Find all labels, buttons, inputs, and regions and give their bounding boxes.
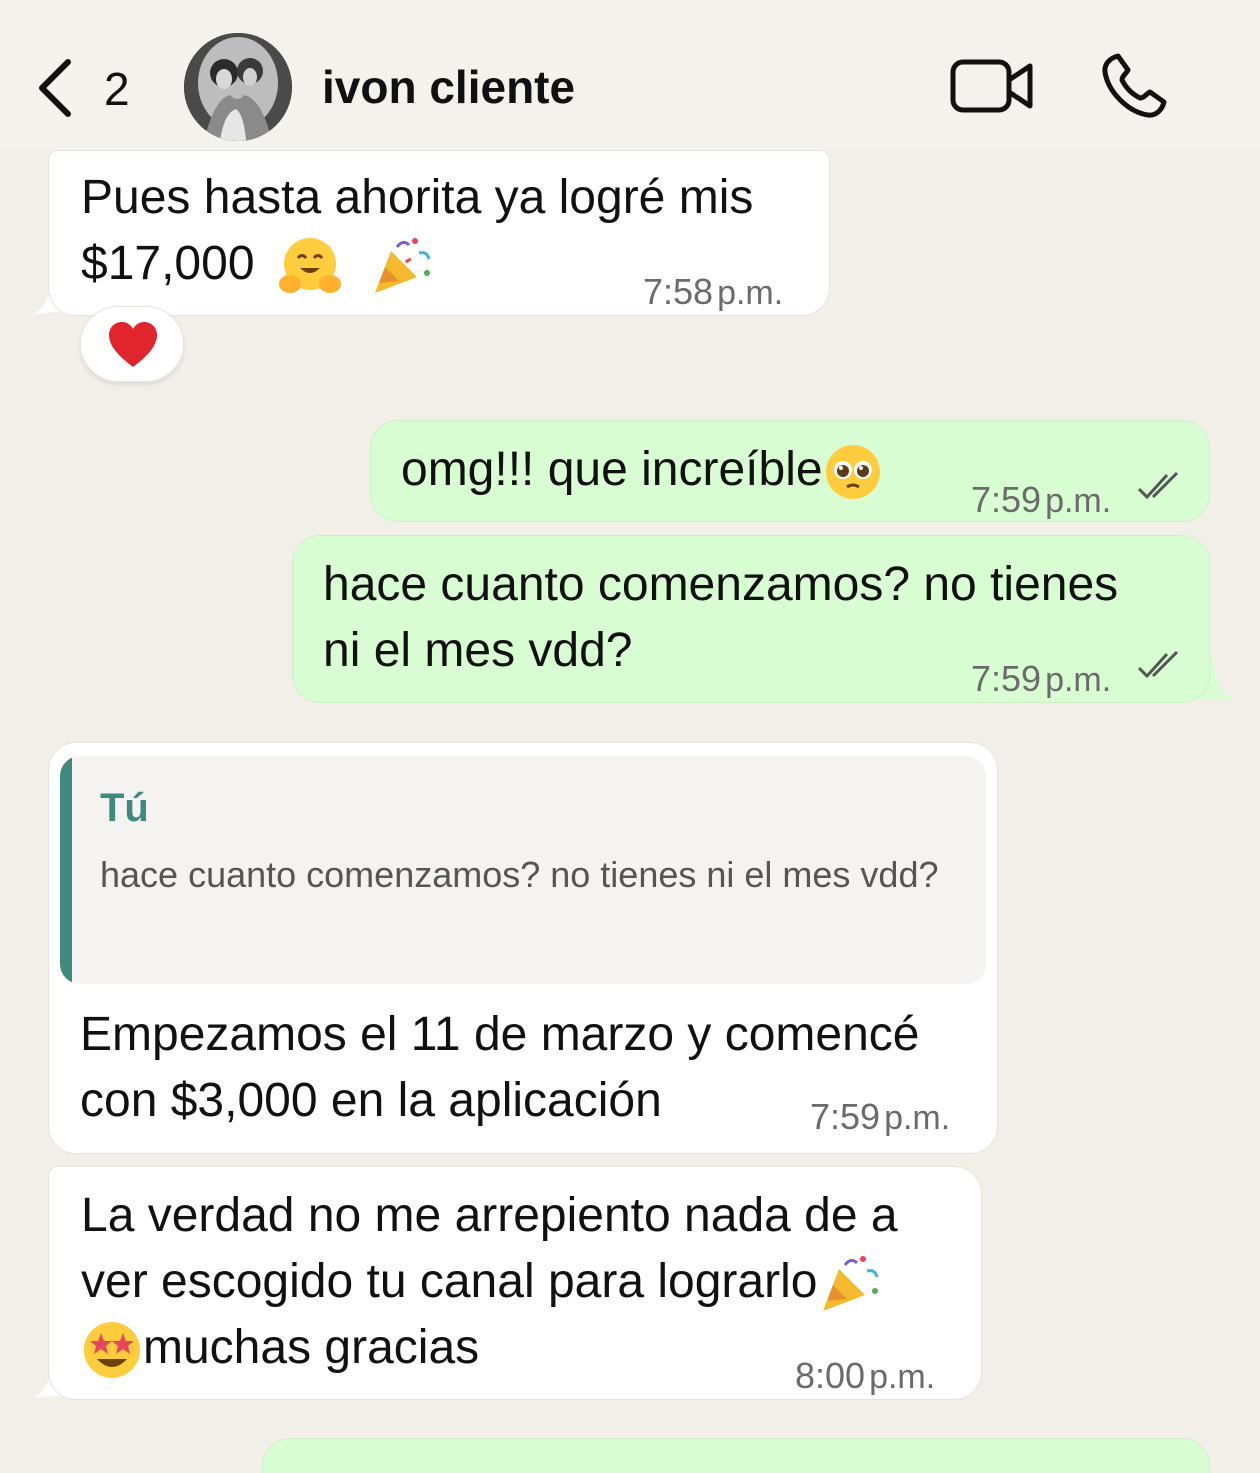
message-timestamp: 7:59 p.m.	[810, 1096, 951, 1137]
message-text: ver escogido tu canal para lograrlo	[81, 1255, 818, 1308]
red-heart-icon	[109, 322, 157, 367]
message-line: ver escogido tu canal para lograrlo	[81, 1249, 883, 1317]
double-check-icon	[1137, 650, 1179, 679]
message-timestamp: 7:59 p.m.	[971, 479, 1112, 520]
unread-count[interactable]: 2	[104, 62, 130, 116]
double-check-icon	[1137, 471, 1179, 500]
video-camera-icon[interactable]	[950, 56, 1034, 116]
quote-author: Tú	[100, 786, 149, 830]
quote-text: hace cuanto comenzamos? no tienes ni el …	[100, 854, 939, 895]
message-bubble-outgoing[interactable]: hace cuanto comenzamos? no tienes ni el …	[292, 535, 1210, 703]
message-timestamp: 7:58 p.m.	[643, 271, 784, 312]
party-popper-icon	[823, 1256, 879, 1312]
message-line: muchas gracias	[81, 1315, 479, 1381]
message-line: $17,000	[81, 231, 435, 299]
hugging-face-icon	[278, 238, 341, 294]
message-text: La verdad no me arrepiento nada de a	[81, 1189, 898, 1242]
message-timestamp: 7:59 p.m.	[971, 658, 1112, 699]
message-timestamp: 8:00 p.m.	[795, 1355, 936, 1396]
party-popper-icon	[375, 238, 431, 294]
quote-accent-bar	[60, 756, 72, 984]
message-bubble-incoming[interactable]: La verdad no me arrepiento nada de a ver…	[48, 1166, 982, 1400]
message-bubble-outgoing[interactable]	[262, 1438, 1210, 1473]
message-bubble-outgoing[interactable]: omg!!! que increíble 7:59 p.m.	[370, 420, 1210, 522]
message-line: omg!!! que increíble	[401, 437, 883, 503]
message-bubble-incoming[interactable]: Pues hasta ahorita ya logré mis $17,000 …	[48, 150, 830, 316]
message-text: con $3,000 en la aplicación	[80, 1074, 662, 1127]
chat-header: 2 ivon cliente	[0, 0, 1260, 150]
message-text: hace cuanto comenzamos? no tienes	[323, 558, 1119, 611]
reaction-badge[interactable]	[80, 306, 184, 382]
avatar[interactable]	[184, 33, 292, 141]
message-text: Empezamos el 11 de marzo y comencé	[80, 1008, 920, 1061]
message-text: muchas gracias	[143, 1321, 480, 1374]
message-text: omg!!! que increíble	[401, 443, 823, 496]
message-text: Pues hasta ahorita ya logré mis	[81, 171, 754, 224]
contact-name[interactable]: ivon cliente	[322, 60, 575, 114]
chevron-left-icon[interactable]	[36, 58, 76, 118]
quoted-message[interactable]: Tú hace cuanto comenzamos? no tienes ni …	[60, 756, 986, 984]
pleading-face-icon	[825, 445, 880, 500]
phone-icon[interactable]	[1100, 52, 1168, 120]
message-text: $17,000	[81, 237, 255, 290]
message-text: ni el mes vdd?	[323, 624, 633, 677]
star-struck-icon	[84, 1322, 140, 1379]
